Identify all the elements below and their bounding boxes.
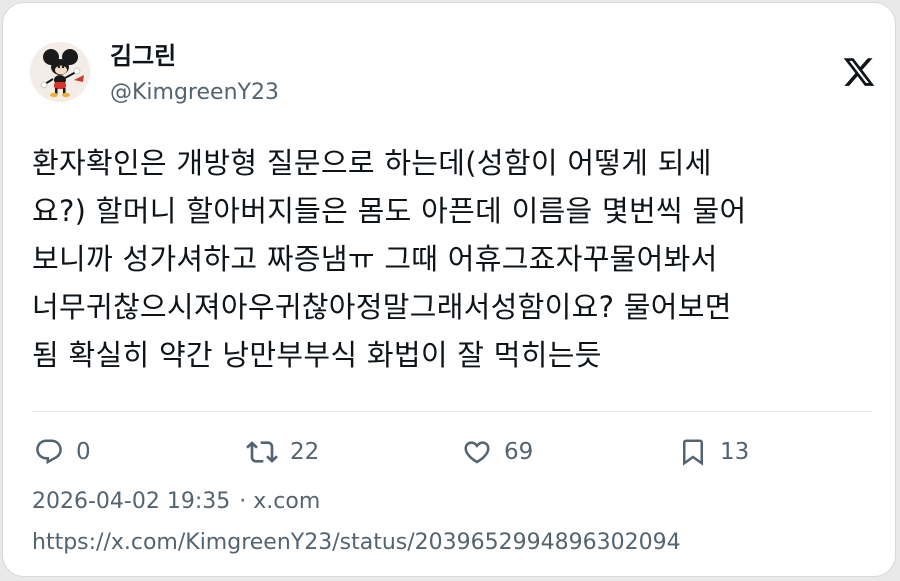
bookmark-button[interactable]: 13	[678, 433, 749, 471]
tweet-meta: 2026-04-02 19:35 · x.com	[32, 487, 320, 517]
separator-dot: ·	[239, 489, 247, 514]
tweet-line: 됨 확실히 약간 낭만부부식 화법이 잘 먹히는듯	[32, 338, 602, 372]
bookmark-count: 13	[720, 439, 750, 465]
mouse-character-avatar-image	[30, 42, 90, 102]
tweet-text: 환자확인은 개방형 질문으로 하는데(성함이 어떻게 되세 요?) 할머니 할아…	[32, 139, 877, 379]
timestamp[interactable]: 2026-04-02 19:35	[32, 489, 230, 514]
reply-count: 0	[76, 439, 91, 465]
tweet-card: 김그린 @KimgreenY23 환자확인은 개방형 질문으로 하는데(성함이 …	[2, 2, 896, 577]
like-button[interactable]: 69	[462, 433, 533, 471]
like-count: 69	[504, 439, 534, 465]
tweet-line: 요?) 할머니 할아버지들은 몸도 아픈데 이름을 몇번씩 물어	[32, 194, 747, 228]
author-name[interactable]: 김그린	[110, 41, 176, 71]
site-link[interactable]: x.com	[253, 489, 320, 514]
reply-icon	[34, 437, 64, 467]
tweet-line: 너무귀찮으시져아우귀찮아정말그래서성함이요? 물어보면	[32, 290, 732, 324]
divider	[32, 411, 872, 412]
tweet-line: 보니까 성가셔하고 짜증냄ㅠ 그때 어휴그죠자꾸물어봐서	[32, 242, 718, 276]
heart-icon	[462, 437, 492, 467]
tweet-url-link[interactable]: https://x.com/KimgreenY23/status/2039652…	[32, 528, 681, 558]
bookmark-icon	[678, 437, 708, 467]
retweet-icon	[246, 436, 278, 468]
retweet-button[interactable]: 22	[246, 433, 319, 471]
avatar[interactable]	[30, 42, 90, 102]
x-logo-icon[interactable]	[842, 55, 876, 89]
author-handle[interactable]: @KimgreenY23	[110, 79, 279, 107]
reply-button[interactable]: 0	[34, 433, 91, 471]
retweet-count: 22	[290, 439, 320, 465]
tweet-line: 환자확인은 개방형 질문으로 하는데(성함이 어떻게 되세	[32, 146, 712, 180]
